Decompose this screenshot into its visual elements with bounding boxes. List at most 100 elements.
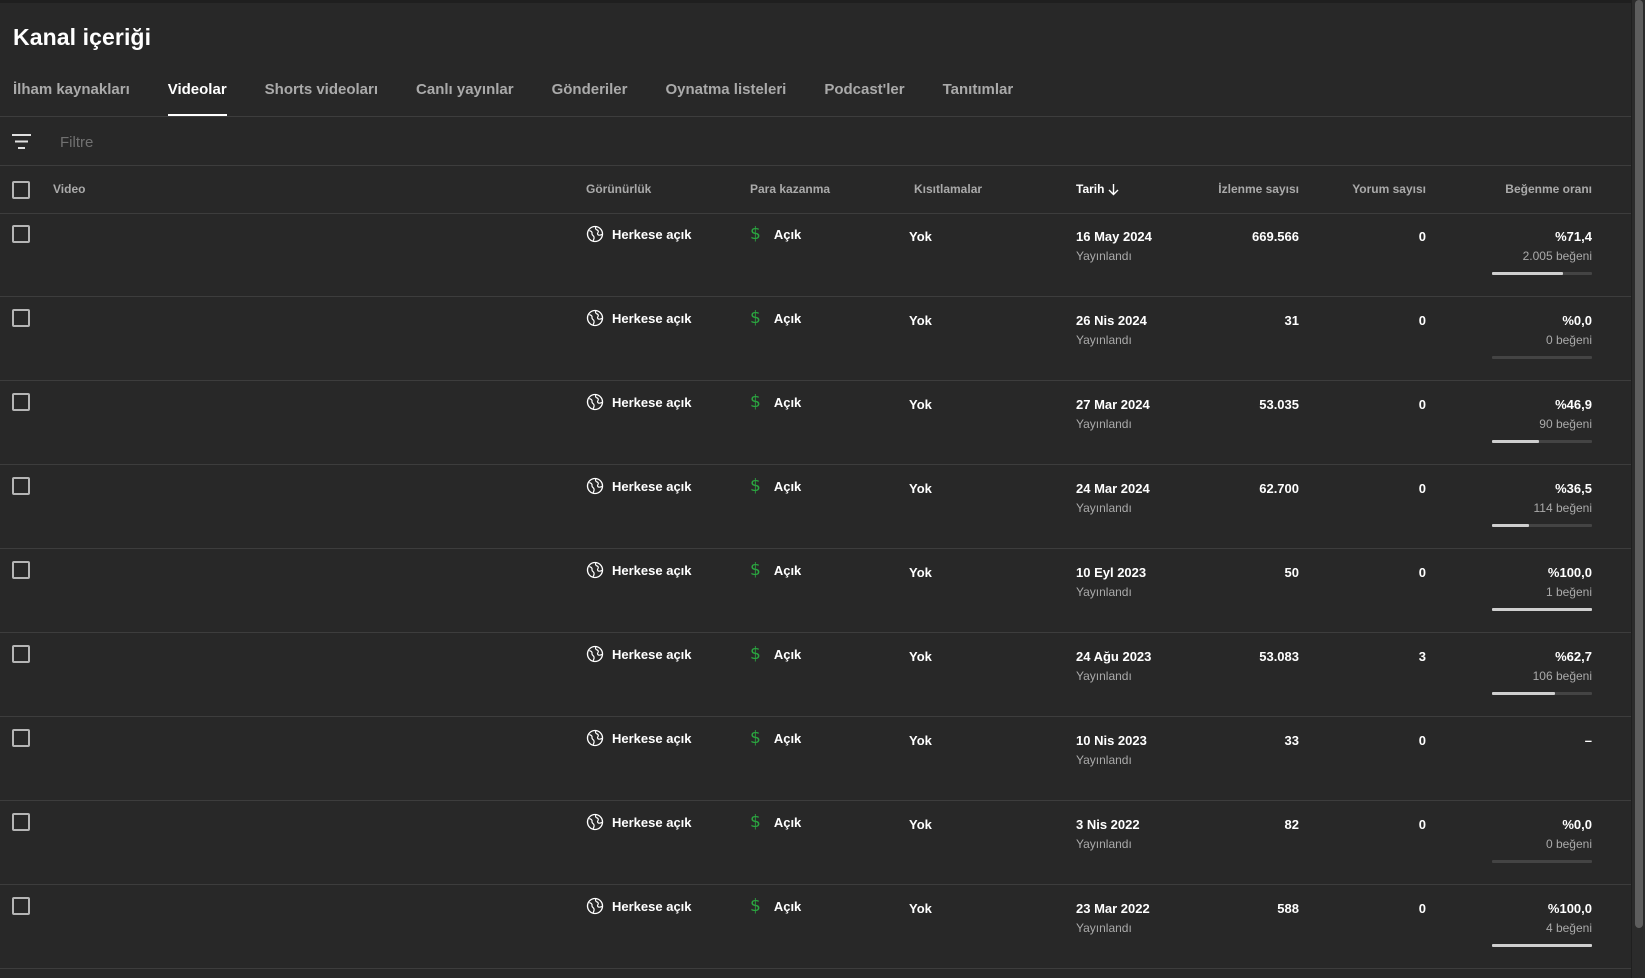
header-views[interactable]: İzlenme sayısı [1218, 182, 1299, 196]
date-value: 24 Mar 2024 [1076, 481, 1150, 496]
publish-status: Yayınlandı [1076, 417, 1132, 431]
restrictions-value: Yok [909, 817, 932, 832]
like-ratio-value: – [1584, 733, 1592, 748]
visibility-cell[interactable]: Herkese açık [586, 393, 692, 411]
like-count: 0 beğeni [1545, 333, 1592, 347]
table-header: Video Görünürlük Para kazanma Kısıtlamal… [0, 166, 1632, 214]
visibility-cell[interactable]: Herkese açık [586, 477, 692, 495]
header-date[interactable]: Tarih [1076, 182, 1119, 196]
like-ratio-value: %100,0 [1547, 565, 1592, 580]
filter-icon[interactable] [12, 133, 31, 150]
comments-value: 0 [1418, 229, 1426, 244]
visibility-cell[interactable]: Herkese açık [586, 813, 692, 831]
dollar-icon: $ [750, 560, 761, 580]
visibility-cell[interactable]: Herkese açık [586, 729, 692, 747]
visibility-label: Herkese açık [612, 226, 692, 242]
date-value: 27 Mar 2024 [1076, 397, 1150, 412]
monetization-cell[interactable]: $ Açık [750, 897, 801, 915]
tab-shorts[interactable]: Shorts videoları [265, 80, 378, 117]
visibility-cell[interactable]: Herkese açık [586, 897, 692, 915]
monetization-label: Açık [773, 478, 802, 494]
dollar-icon: $ [750, 644, 761, 664]
date-value: 3 Nis 2022 [1076, 817, 1140, 832]
table-row[interactable]: Herkese açık $ Açık Yok 3 Nis 2022 Yayın… [0, 801, 1632, 885]
table-row[interactable]: Herkese açık $ Açık Yok 23 Mar 2022 Yayı… [0, 885, 1632, 969]
filter-input[interactable] [60, 131, 560, 153]
monetization-cell[interactable]: $ Açık [750, 561, 801, 579]
row-checkbox[interactable] [12, 897, 30, 915]
tab-podcasts[interactable]: Podcast'ler [824, 80, 904, 117]
table-row[interactable]: Herkese açık $ Açık Yok 16 May 2024 Yayı… [0, 213, 1632, 297]
header-video[interactable]: Video [53, 182, 85, 196]
like-count: 0 beğeni [1545, 837, 1592, 851]
tab-promotions[interactable]: Tanıtımlar [943, 80, 1014, 117]
monetization-cell[interactable]: $ Açık [750, 813, 801, 831]
table-row[interactable]: Herkese açık $ Açık Yok 10 Nis 2023 Yayı… [0, 717, 1632, 801]
like-ratio-bar-fill [1492, 272, 1564, 275]
table-row[interactable]: Herkese açık $ Açık Yok 24 Mar 2024 Yayı… [0, 465, 1632, 549]
scrollbar-thumb[interactable] [1635, 0, 1643, 928]
like-ratio-bar-fill [1492, 440, 1539, 443]
like-ratio-bar-fill [1492, 524, 1529, 527]
monetization-label: Açık [773, 730, 802, 746]
row-checkbox[interactable] [12, 309, 30, 327]
views-value: 62.700 [1259, 481, 1299, 496]
like-ratio-bar [1492, 692, 1592, 695]
like-count: 2.005 beğeni [1522, 249, 1592, 263]
table-row[interactable]: Herkese açık $ Açık Yok 26 Nis 2024 Yayı… [0, 297, 1632, 381]
table-row[interactable]: Herkese açık $ Açık Yok 10 Eyl 2023 Yayı… [0, 549, 1632, 633]
date-value: 23 Mar 2022 [1076, 901, 1150, 916]
tab-posts[interactable]: Gönderiler [552, 80, 628, 117]
row-checkbox[interactable] [12, 225, 30, 243]
restrictions-value: Yok [909, 481, 932, 496]
visibility-cell[interactable]: Herkese açık [586, 225, 692, 243]
tab-videos[interactable]: Videolar [167, 80, 227, 117]
header-restrictions[interactable]: Kısıtlamalar [914, 182, 982, 196]
tabs-divider [0, 116, 1632, 117]
row-checkbox[interactable] [12, 561, 30, 579]
views-value: 588 [1277, 901, 1299, 916]
header-like-ratio[interactable]: Beğenme oranı [1505, 182, 1592, 196]
header-comments[interactable]: Yorum sayısı [1352, 182, 1426, 196]
row-checkbox[interactable] [12, 813, 30, 831]
publish-status: Yayınlandı [1076, 333, 1132, 347]
monetization-label: Açık [773, 310, 802, 326]
table-row[interactable]: Herkese açık $ Açık Yok 24 Ağu 2023 Yayı… [0, 633, 1632, 717]
monetization-cell[interactable]: $ Açık [750, 477, 801, 495]
like-ratio-bar-fill [1492, 608, 1592, 611]
row-checkbox[interactable] [12, 393, 30, 411]
comments-value: 0 [1418, 733, 1426, 748]
header-monetization[interactable]: Para kazanma [750, 182, 830, 196]
monetization-label: Açık [773, 226, 802, 242]
comments-value: 0 [1418, 397, 1426, 412]
visibility-cell[interactable]: Herkese açık [586, 645, 692, 663]
visibility-cell[interactable]: Herkese açık [586, 309, 692, 327]
like-ratio-bar [1492, 272, 1592, 275]
tab-playlists[interactable]: Oynatma listeleri [665, 80, 786, 117]
monetization-cell[interactable]: $ Açık [750, 309, 801, 327]
monetization-label: Açık [773, 562, 802, 578]
tab-live[interactable]: Canlı yayınlar [416, 80, 514, 117]
monetization-cell[interactable]: $ Açık [750, 645, 801, 663]
monetization-cell[interactable]: $ Açık [750, 225, 801, 243]
restrictions-value: Yok [909, 901, 932, 916]
visibility-label: Herkese açık [612, 646, 692, 662]
monetization-cell[interactable]: $ Açık [750, 393, 801, 411]
row-checkbox[interactable] [12, 645, 30, 663]
monetization-label: Açık [773, 646, 802, 662]
monetization-cell[interactable]: $ Açık [750, 729, 801, 747]
header-visibility[interactable]: Görünürlük [586, 182, 651, 196]
visibility-label: Herkese açık [612, 730, 692, 746]
comments-value: 0 [1418, 481, 1426, 496]
row-checkbox[interactable] [12, 729, 30, 747]
views-value: 31 [1284, 313, 1299, 328]
table-row[interactable]: Herkese açık $ Açık Yok 27 Mar 2024 Yayı… [0, 381, 1632, 465]
tab-inspiration[interactable]: İlham kaynakları [13, 80, 130, 117]
visibility-cell[interactable]: Herkese açık [586, 561, 692, 579]
like-ratio-value: %71,4 [1555, 229, 1592, 244]
like-ratio-bar-fill [1492, 944, 1592, 947]
select-all-checkbox[interactable] [12, 181, 30, 199]
globe-icon [586, 309, 604, 327]
row-checkbox[interactable] [12, 477, 30, 495]
visibility-label: Herkese açık [612, 310, 692, 326]
